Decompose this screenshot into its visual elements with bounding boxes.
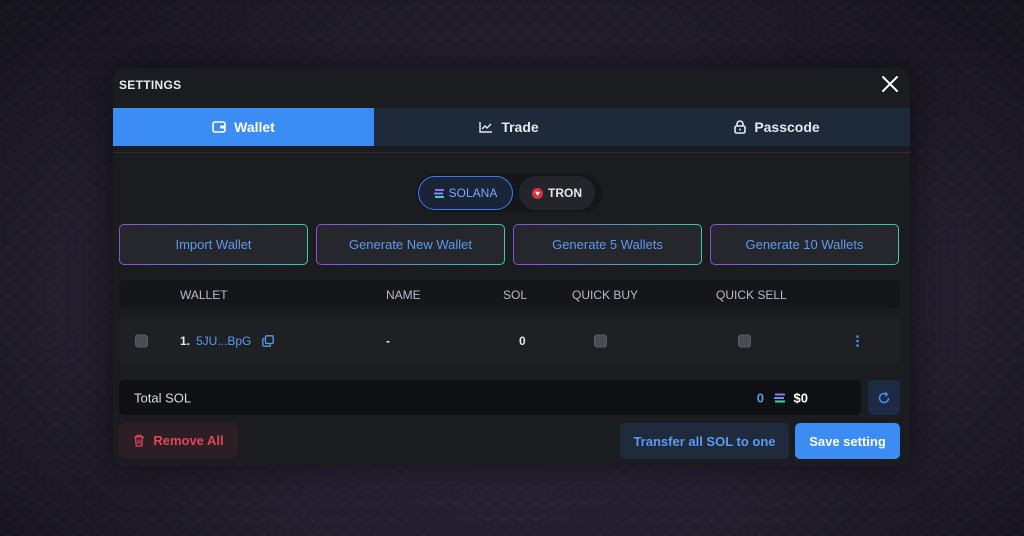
modal-title: SETTINGS — [119, 78, 182, 92]
total-usd-value: $0 — [793, 390, 808, 405]
trash-icon — [134, 434, 145, 447]
chain-label: SOLANA — [448, 186, 498, 200]
chain-solana[interactable]: SOLANA — [418, 176, 513, 210]
settings-tabs: Wallet Trade Passcode — [113, 108, 910, 146]
wallet-icon — [212, 121, 226, 133]
copy-address-button[interactable] — [262, 334, 274, 347]
tab-wallet[interactable]: Wallet — [113, 108, 374, 146]
copy-icon — [262, 334, 274, 347]
wallet-sol-balance: 0 — [519, 333, 526, 348]
column-header-quick-buy: QUICK BUY — [572, 287, 639, 302]
tab-passcode[interactable]: Passcode — [644, 108, 910, 146]
row-index: 1. — [180, 333, 191, 348]
chain-label: TRON — [548, 186, 582, 200]
transfer-all-sol-button[interactable]: Transfer all SOL to one — [620, 423, 789, 459]
table-row: 1. 5JU...BpG - 0 — [119, 317, 900, 364]
column-header-name: NAME — [386, 287, 421, 302]
chain-tron[interactable]: TRON — [519, 176, 595, 210]
close-icon — [882, 76, 898, 92]
refresh-icon — [878, 391, 890, 403]
divider — [113, 152, 910, 153]
quick-sell-checkbox[interactable] — [738, 334, 751, 347]
wallet-name: - — [386, 333, 390, 348]
lock-icon — [734, 120, 747, 134]
remove-all-button[interactable]: Remove All — [119, 423, 238, 458]
tab-label: Wallet — [234, 119, 275, 135]
total-sol-label: Total SOL — [134, 390, 192, 405]
column-header-wallet: WALLET — [180, 287, 228, 302]
tron-icon — [532, 187, 543, 199]
wallet-actions: Import Wallet Generate New Wallet Genera… — [119, 224, 899, 265]
refresh-button[interactable] — [868, 380, 900, 415]
row-menu-button[interactable] — [852, 333, 863, 349]
total-sol-bar: Total SOL 0 $0 — [119, 380, 861, 415]
generate-new-wallet-button[interactable]: Generate New Wallet — [316, 224, 505, 265]
more-vertical-icon — [856, 334, 859, 347]
column-header-quick-sell: QUICK SELL — [716, 287, 787, 302]
tab-label: Trade — [501, 119, 539, 135]
column-header-sol: SOL — [503, 287, 528, 302]
table-header: WALLET NAME SOL QUICK BUY QUICK SELL — [119, 280, 900, 309]
total-sol-value: 0 — [756, 390, 764, 405]
modal-header: SETTINGS — [113, 68, 910, 108]
save-setting-button[interactable]: Save setting — [795, 423, 900, 459]
close-button[interactable] — [880, 74, 900, 94]
tab-label: Passcode — [754, 119, 820, 135]
tab-trade[interactable]: Trade — [374, 108, 644, 146]
wallet-address-link[interactable]: 5JU...BpG — [196, 334, 251, 348]
settings-modal: SETTINGS Wallet Trade Passcode SOLANA TR… — [113, 68, 910, 466]
quick-buy-checkbox[interactable] — [594, 334, 607, 347]
generate-5-wallets-button[interactable]: Generate 5 Wallets — [513, 224, 702, 265]
solana-icon — [774, 393, 785, 402]
remove-all-label: Remove All — [153, 433, 224, 448]
chain-selector: SOLANA TRON — [416, 174, 602, 212]
solana-icon — [433, 188, 444, 198]
chart-line-icon — [479, 122, 493, 133]
row-select-checkbox[interactable] — [135, 334, 148, 347]
generate-10-wallets-button[interactable]: Generate 10 Wallets — [710, 224, 899, 265]
import-wallet-button[interactable]: Import Wallet — [119, 224, 308, 265]
